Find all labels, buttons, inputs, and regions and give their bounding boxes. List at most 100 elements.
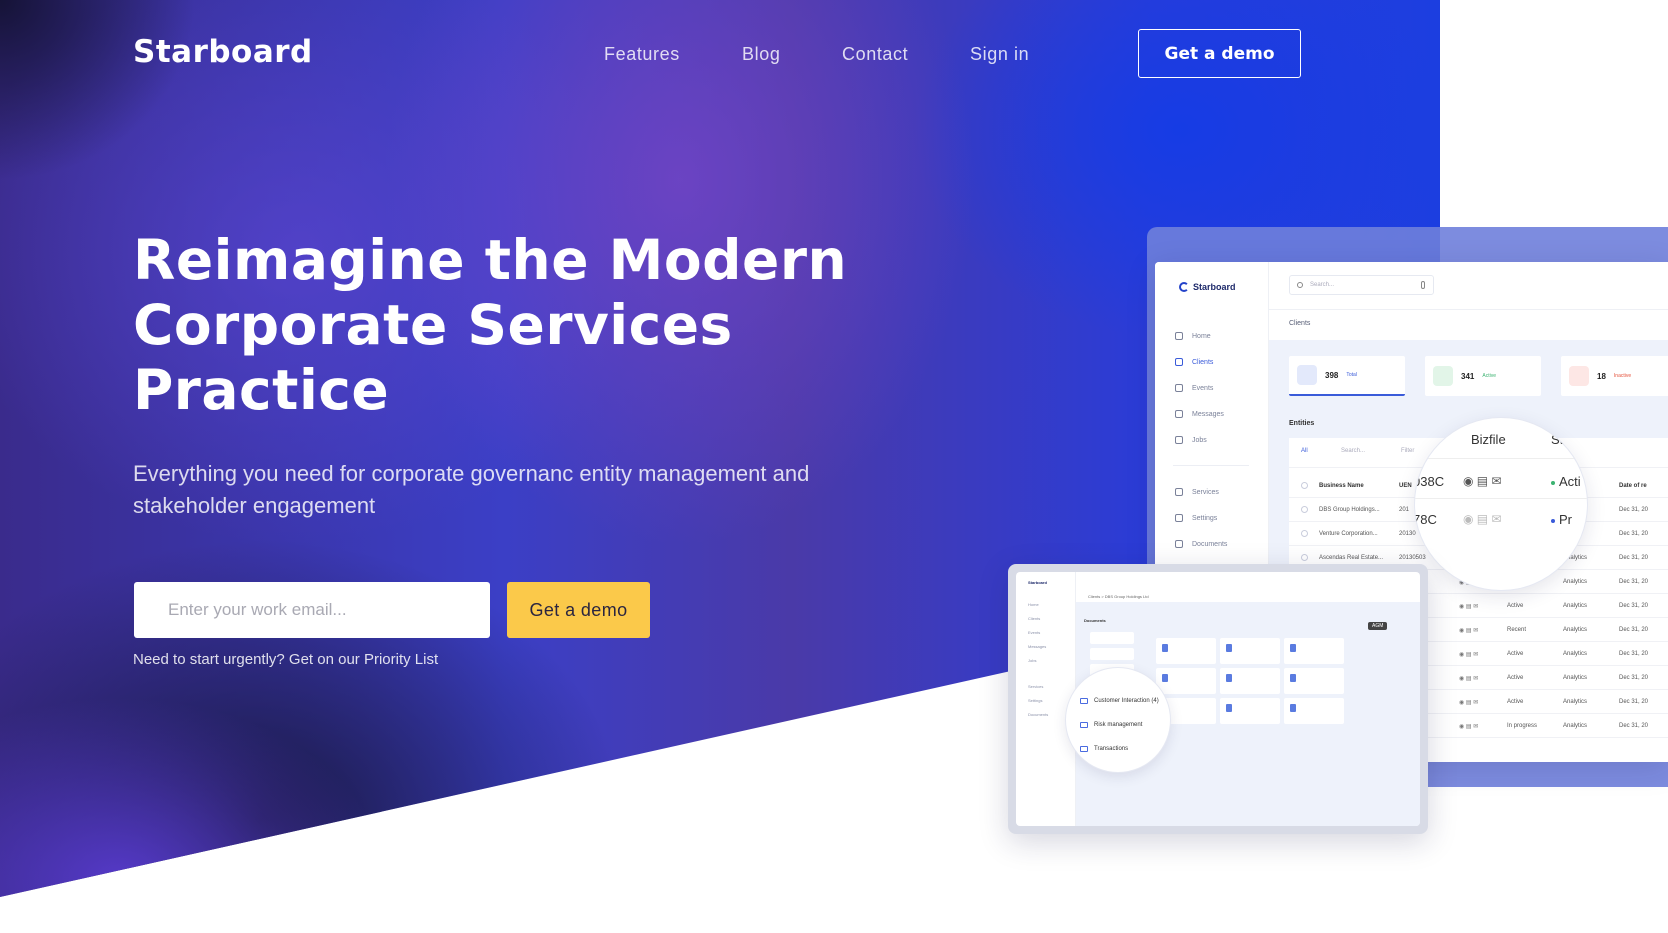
row-action-icons: ◉ ▤ ✉	[1459, 724, 1479, 730]
work-email-input[interactable]	[134, 582, 490, 638]
cell-date: Dec 31, 20	[1619, 555, 1649, 561]
zoom-col-bizfile: Bizfile	[1471, 432, 1506, 447]
zoom-row2-icons: ◉ ▤ ✉	[1463, 512, 1502, 526]
cell-category: Analytics	[1563, 627, 1588, 633]
mockup-nav-events: Events	[1175, 384, 1213, 392]
mockup-logo: Starboard	[1179, 282, 1236, 292]
briefcase-icon	[1175, 436, 1183, 444]
row-checkbox	[1301, 506, 1308, 513]
mockup-nav-jobs: Jobs	[1175, 436, 1207, 444]
doc-tile	[1156, 638, 1216, 664]
mockup-search: Search...	[1289, 275, 1434, 295]
users-icon	[1297, 365, 1317, 385]
cell-status: In progress	[1507, 723, 1538, 729]
row-action-icons: ◉ ▤ ✉	[1459, 676, 1479, 682]
row-action-icons: ◉ ▤ ✉	[1459, 628, 1479, 634]
priority-list-link[interactable]: Need to start urgently? Get on our Prior…	[133, 651, 438, 668]
cell-status: Recent	[1507, 627, 1527, 633]
cell-category: Analytics	[1563, 651, 1588, 657]
folder-item: Transactions	[1080, 746, 1128, 752]
search-icon	[1297, 282, 1303, 288]
row-action-icons: ◉ ▤ ✉	[1459, 604, 1479, 610]
cell-status: Active	[1507, 603, 1524, 609]
zoom-col-status: Stat	[1551, 432, 1575, 447]
mockup-nav-home: Home	[1175, 332, 1211, 340]
cell-date: Dec 31, 20	[1619, 651, 1649, 657]
doc-tile	[1284, 668, 1344, 694]
doc-tile	[1220, 668, 1280, 694]
cell-uen: 20130	[1399, 531, 1416, 537]
cell-status: Active	[1507, 675, 1524, 681]
documents-breadcrumb: Clients > DBS Group Holdings Ltd	[1088, 594, 1149, 599]
home-icon	[1175, 332, 1183, 340]
top-navigation: Starboard Features Blog Contact Sign in …	[0, 0, 1440, 110]
cell-category: Analytics	[1563, 579, 1588, 585]
nav-link-blog[interactable]: Blog	[742, 44, 780, 65]
nav-link-features[interactable]: Features	[604, 44, 680, 65]
calendar-icon	[1175, 384, 1183, 392]
mockup-topbar: Search...	[1269, 262, 1668, 310]
hero-subheading: Everything you need for corporate govern…	[133, 461, 810, 518]
cell-date: Dec 31, 20	[1619, 627, 1649, 633]
row-checkbox	[1301, 554, 1308, 561]
zoom-row1-uen: 038C	[1415, 474, 1445, 489]
mockup-nav-messages: Messages	[1175, 410, 1224, 418]
cell-date: Dec 31, 20	[1619, 723, 1649, 729]
cell-date: Dec 31, 20	[1619, 699, 1649, 705]
zoom-row2-uen: 78C	[1415, 512, 1437, 527]
cell-date: Dec 31, 20	[1619, 603, 1649, 609]
folder-icon	[1080, 746, 1088, 752]
stat-total: 398 Total	[1289, 356, 1405, 396]
doc-tile	[1220, 638, 1280, 664]
row-action-icons: ◉ ▤ ✉	[1459, 652, 1479, 658]
stat-active: 341 Active	[1425, 356, 1541, 396]
microphone-icon	[1421, 281, 1425, 289]
brand-logo[interactable]: Starboard	[133, 34, 313, 70]
cell-uen: 20130503	[1399, 555, 1426, 561]
row-action-icons: ◉ ▤ ✉	[1459, 700, 1479, 706]
cell-status: Active	[1507, 651, 1524, 657]
cell-uen: 201	[1399, 507, 1410, 513]
doc-folder	[1090, 632, 1134, 644]
entities-heading: Entities	[1289, 420, 1315, 427]
cell-business-name: Venture Corporation...	[1319, 531, 1378, 537]
cell-category: Analytics	[1563, 699, 1588, 705]
user-x-icon	[1569, 366, 1589, 386]
cell-date: Dec 31, 20	[1619, 531, 1649, 537]
agm-tag: AGM	[1368, 622, 1388, 630]
zoom-row1-status: Acti	[1551, 474, 1581, 489]
cell-category: Analytics	[1563, 723, 1588, 729]
message-icon	[1175, 410, 1183, 418]
status-dot	[1551, 518, 1555, 523]
nav-get-demo-button[interactable]: Get a demo	[1138, 29, 1301, 78]
row-checkbox	[1301, 530, 1308, 537]
starboard-logo-icon	[1179, 282, 1189, 292]
users-icon	[1175, 358, 1183, 366]
hero-get-demo-button[interactable]: Get a demo	[507, 582, 650, 638]
cell-status: Active	[1507, 699, 1524, 705]
status-dot	[1551, 480, 1555, 485]
doc-tile	[1284, 698, 1344, 724]
folder-item: Customer Interaction (4)	[1080, 698, 1159, 704]
services-icon	[1175, 488, 1183, 496]
cell-business-name: Ascendas Real Estate...	[1319, 555, 1384, 561]
cell-category: Analytics	[1563, 603, 1588, 609]
nav-link-contact[interactable]: Contact	[842, 44, 908, 65]
mockup-breadcrumb: Clients	[1289, 320, 1311, 327]
doc-tile	[1156, 668, 1216, 694]
nav-link-sign-in[interactable]: Sign in	[970, 44, 1029, 65]
folder-icon	[1080, 698, 1088, 704]
hero-headline: Reimagine the Modern Corporate Services …	[133, 228, 848, 422]
documents-sidebar: Starboard Home Clients Events Messages J…	[1016, 572, 1076, 826]
mockup-nav-clients: Clients	[1175, 358, 1213, 366]
cell-date: Dec 31, 20	[1619, 579, 1649, 585]
mockup-nav-settings: Settings	[1175, 514, 1217, 522]
zoom-lens-folders: Customer Interaction (4) Risk management…	[1066, 668, 1170, 772]
user-check-icon	[1433, 366, 1453, 386]
mockup-nav-documents: Documents	[1175, 540, 1227, 548]
mockup-nav-services: Services	[1175, 488, 1219, 496]
cell-business-name: DBS Group Holdings...	[1319, 507, 1380, 513]
doc-tile	[1284, 638, 1344, 664]
cell-date: Dec 31, 20	[1619, 507, 1649, 513]
cell-date: Dec 31, 20	[1619, 675, 1649, 681]
